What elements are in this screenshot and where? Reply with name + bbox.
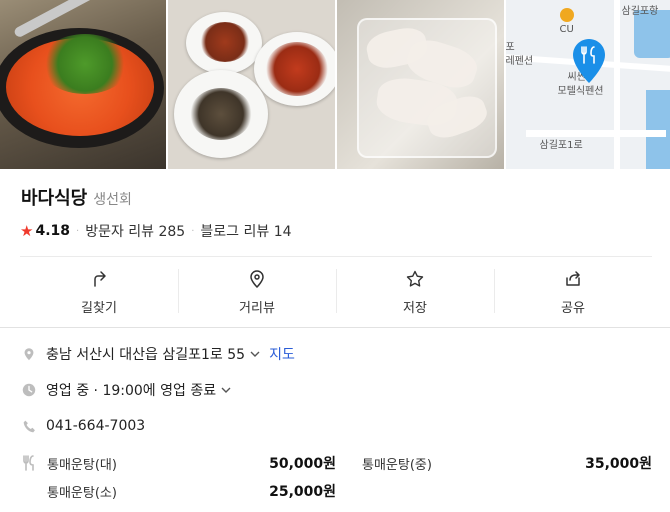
map-label: 모텔식펜션 — [557, 86, 604, 97]
star-outline-icon — [406, 270, 424, 287]
save-label: 저장 — [403, 300, 427, 316]
save-button[interactable]: 저장 — [336, 257, 494, 327]
menu-item-price: 50,000원 — [269, 456, 336, 472]
dish-food — [189, 88, 252, 140]
phone-row: 041-664-7003 — [20, 417, 145, 435]
street-view-button[interactable]: 거리뷰 — [178, 257, 336, 327]
share-button[interactable]: 공유 — [494, 257, 652, 327]
phone-number[interactable]: 041-664-7003 — [46, 418, 145, 434]
separator-dot: · — [76, 225, 80, 237]
map-link[interactable]: 지도 — [269, 344, 295, 364]
dish-plate — [185, 12, 262, 74]
visitor-reviews-link[interactable]: 방문자 리뷰 285 — [85, 221, 185, 241]
separator-dot: · — [191, 225, 195, 237]
cu-marker-icon — [559, 8, 574, 22]
menu-item-price: 35,000원 — [585, 456, 652, 472]
chevron-down-icon[interactable] — [220, 384, 232, 396]
map-label: 삼길포항 — [621, 6, 659, 17]
street-view-label: 거리뷰 — [239, 300, 275, 316]
place-category: 생선회 — [93, 192, 132, 208]
side-dishes-photo[interactable] — [167, 0, 335, 169]
clock-icon — [20, 381, 38, 399]
hours-text: 영업 중 · 19:00에 영업 종료 — [46, 383, 217, 399]
action-bar: 길찾기 거리뷰 저장 공유 — [20, 257, 652, 327]
map-pin-icon — [572, 39, 605, 83]
map-label: 삼길포1로 — [539, 140, 583, 151]
blog-reviews-link[interactable]: 블로그 리뷰 14 — [200, 221, 291, 241]
raw-fish-photo[interactable] — [337, 0, 504, 169]
street-view-icon — [250, 269, 264, 288]
map-label: 레펜션 — [505, 56, 534, 67]
directions-icon — [94, 270, 106, 287]
rating-score: 4.18 — [35, 223, 70, 239]
section-divider — [0, 327, 670, 328]
dish-plate — [253, 32, 335, 106]
menu-utensils-icon — [23, 455, 34, 471]
rating-row: ★ 4.18 · 방문자 리뷰 285 · 블로그 리뷰 14 — [20, 221, 292, 241]
dish-food — [265, 42, 328, 96]
map-road — [613, 0, 620, 169]
share-label: 공유 — [561, 300, 585, 316]
map-water — [633, 10, 670, 58]
menu-item-name: 통매운탕(소) — [47, 486, 117, 501]
place-title-row: 바다식당 생선회 — [21, 184, 132, 210]
stew-photo[interactable] — [0, 0, 166, 169]
address-row: 충남 서산시 대산읍 삼길포1로 55 지도 — [20, 344, 295, 364]
phone-icon — [20, 417, 38, 435]
address-text: 충남 서산시 대산읍 삼길포1로 55 — [46, 347, 246, 363]
hours-row: 영업 중 · 19:00에 영업 종료 — [20, 380, 232, 400]
greens-shape — [40, 34, 130, 94]
directions-button[interactable]: 길찾기 — [20, 257, 178, 327]
directions-label: 길찾기 — [81, 300, 117, 316]
map-thumbnail[interactable]: 삼길포항 CU 포 레펜션 씨싼 모텔식펜션 삼길포1로 — [505, 0, 670, 169]
location-pin-icon — [20, 345, 38, 363]
map-label: CU — [559, 24, 574, 35]
photo-strip: 삼길포항 CU 포 레펜션 씨싼 모텔식펜션 삼길포1로 — [0, 0, 670, 169]
place-name[interactable]: 바다식당 — [21, 184, 87, 210]
map-label: 포 — [505, 42, 515, 53]
share-icon — [566, 270, 580, 286]
chevron-down-icon[interactable] — [249, 348, 261, 360]
menu-item-name: 통매운탕(중) — [362, 458, 432, 473]
star-icon: ★ — [20, 222, 34, 240]
dish-food — [199, 22, 250, 62]
menu-item-name: 통매운탕(대) — [47, 458, 117, 473]
dish-plate — [173, 70, 268, 158]
menu-item-price: 25,000원 — [269, 484, 336, 500]
